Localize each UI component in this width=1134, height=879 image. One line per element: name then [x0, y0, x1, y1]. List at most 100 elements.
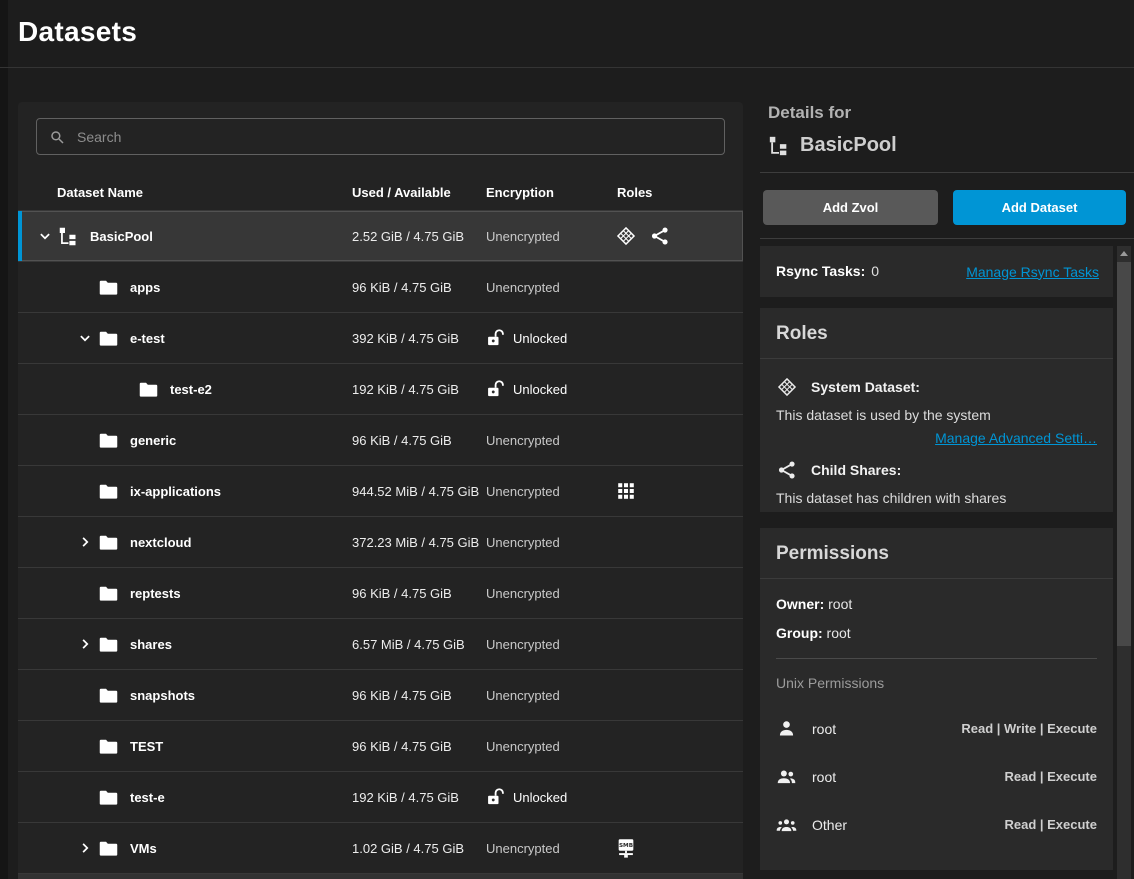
expand-toggle-icon[interactable] — [72, 837, 98, 859]
child-shares-role: Child Shares: — [776, 459, 1097, 481]
dataset-name: ix-applications — [130, 484, 221, 499]
dataset-name-cell: VMs — [18, 823, 402, 873]
used-available-value: 96 KiB / 4.75 GiB — [352, 279, 452, 296]
dataset-row-test-e[interactable]: test-e192 KiB / 4.75 GiBUnlocked — [18, 771, 743, 822]
permission-entry-rights: Read | Execute — [1004, 817, 1097, 832]
encryption-status: Unlocked — [513, 331, 567, 346]
rsync-tasks-count: 0 — [871, 263, 879, 279]
share-icon — [649, 225, 671, 247]
encryption-status: Unencrypted — [486, 484, 560, 499]
folder-icon — [98, 685, 119, 706]
permissions-card-body: Owner: root Group: root Unix Permissions… — [760, 579, 1113, 835]
roles-cell — [615, 466, 741, 516]
dataset-row-reptests[interactable]: reptests 96 KiB / 4.75 GiB Unencrypted — [18, 567, 743, 618]
unix-permission-entry: OtherRead | Execute — [776, 814, 1097, 835]
search-input[interactable] — [75, 128, 713, 146]
roles-card-title: Roles — [760, 308, 1113, 359]
used-available-cell: 192 KiB / 4.75 GiB — [352, 364, 482, 414]
dataset-row-test-e2[interactable]: test-e2192 KiB / 4.75 GiBUnlocked — [18, 363, 743, 414]
search-icon — [48, 128, 66, 146]
folder-icon — [98, 634, 119, 655]
expand-toggle-icon[interactable] — [72, 633, 98, 655]
owner-value: root — [828, 596, 852, 612]
dataset-row-BasicPool[interactable]: BasicPool2.52 GiB / 4.75 GiB Unencrypted — [18, 210, 743, 261]
manage-rsync-tasks-link[interactable]: Manage Rsync Tasks — [966, 264, 1099, 280]
encryption-status: Unencrypted — [486, 280, 560, 295]
used-available-value: 96 KiB / 4.75 GiB — [352, 738, 452, 755]
folder-icon — [98, 430, 119, 451]
group-line: Group: root — [776, 625, 1097, 641]
used-available-value: 6.57 MiB / 4.75 GiB — [352, 636, 465, 653]
dataset-row-e-test[interactable]: e-test392 KiB / 4.75 GiB Unlocked — [18, 312, 743, 363]
dataset-name-cell: generic — [18, 415, 402, 465]
used-available-value: 392 KiB / 4.75 GiB — [352, 330, 459, 347]
used-available-cell: 6.57 MiB / 4.75 GiB — [352, 619, 482, 669]
dataset-row-snapshots[interactable]: snapshots96 KiB / 4.75 GiBUnencrypted — [18, 669, 743, 720]
used-available-cell: 96 KiB / 4.75 GiB — [352, 415, 482, 465]
group-value: root — [827, 625, 851, 641]
used-available-value: 192 KiB / 4.75 GiB — [352, 789, 459, 806]
partial-next-row — [18, 873, 743, 879]
dataset-row-ix-applications[interactable]: ix-applications 944.52 MiB / 4.75 GiB Unen… — [18, 465, 743, 516]
collapse-toggle-icon[interactable] — [72, 327, 98, 349]
column-header-used-available: Used / Available — [352, 185, 451, 200]
search-box[interactable] — [36, 118, 725, 155]
unix-permission-entries: rootRead | Write | ExecuterootRead | Exe… — [776, 718, 1097, 835]
rsync-tasks-card: Rsync Tasks:0 Manage Rsync Tasks — [760, 246, 1113, 297]
add-dataset-button[interactable]: Add Dataset — [953, 190, 1126, 225]
dataset-name: reptests — [130, 586, 181, 601]
used-available-cell: 192 KiB / 4.75 GiB — [352, 772, 482, 822]
dataset-name-cell: e-test — [18, 313, 402, 363]
dataset-name-cell: snapshots — [18, 670, 402, 720]
dataset-name-cell: apps — [18, 262, 402, 312]
owner-label: Owner: — [776, 596, 824, 612]
expander-spacer — [72, 276, 98, 298]
dataset-row-shares[interactable]: shares6.57 MiB / 4.75 GiBUnencrypted — [18, 618, 743, 669]
roles-cell — [615, 670, 741, 720]
encryption-status: Unencrypted — [486, 586, 560, 601]
manage-advanced-settings-link[interactable]: Manage Advanced Setti… — [935, 430, 1097, 446]
expand-toggle-icon[interactable] — [72, 531, 98, 553]
folder-icon — [98, 583, 119, 604]
dataset-row-VMs[interactable]: VMs1.02 GiB / 4.75 GiB UnencryptedSMB — [18, 822, 743, 873]
dataset-name-cell: reptests — [18, 568, 402, 618]
encryption-cell: Unlocked — [486, 313, 612, 363]
unlocked-icon — [486, 379, 506, 399]
encryption-cell: Unencrypted — [486, 823, 612, 873]
used-available-cell: 1.02 GiB / 4.75 GiB — [352, 823, 482, 873]
left-edge-strip — [0, 0, 8, 879]
expander-spacer — [72, 582, 98, 604]
encryption-cell: Unencrypted — [486, 415, 612, 465]
encryption-status: Unencrypted — [486, 229, 560, 244]
dataset-tree-icon — [768, 135, 790, 157]
dataset-name: test-e2 — [170, 382, 212, 397]
used-available-cell: 392 KiB / 4.75 GiB — [352, 313, 482, 363]
permission-entry-name: root — [812, 769, 836, 785]
used-available-value: 1.02 GiB / 4.75 GiB — [352, 840, 464, 857]
roles-cell — [615, 211, 741, 261]
column-header-roles: Roles — [617, 185, 652, 200]
dataset-row-apps[interactable]: apps96 KiB / 4.75 GiB Unencrypted — [18, 261, 743, 312]
other-icon — [776, 814, 797, 835]
dataset-row-TEST[interactable]: TEST96 KiB / 4.75 GiBUnencrypted — [18, 720, 743, 771]
dataset-row-nextcloud[interactable]: nextcloud372.23 MiB / 4.75 GiBUnencrypte… — [18, 516, 743, 567]
dataset-row-generic[interactable]: generic96 KiB / 4.75 GiBUnencrypted — [18, 414, 743, 465]
used-available-value: 944.52 MiB / 4.75 GiB — [352, 483, 479, 500]
scrollbar-thumb[interactable] — [1117, 262, 1131, 646]
add-zvol-button[interactable]: Add Zvol — [763, 190, 938, 225]
smb-icon: SMB — [615, 837, 637, 859]
collapse-toggle-icon[interactable] — [32, 225, 58, 247]
dataset-name-cell: BasicPool — [18, 211, 362, 261]
roles-card: Roles System Dataset: This dataset is us… — [760, 308, 1113, 512]
used-available-cell: 96 KiB / 4.75 GiB — [352, 568, 482, 618]
encryption-status: Unlocked — [513, 790, 567, 805]
details-actions: Add Zvol Add Dataset — [763, 190, 1126, 225]
used-available-cell: 2.52 GiB / 4.75 GiB — [352, 211, 482, 261]
details-scrollbar[interactable] — [1117, 246, 1131, 879]
search-wrap — [18, 102, 743, 155]
encryption-cell: Unencrypted — [486, 670, 612, 720]
scrollbar-up-arrow-icon[interactable] — [1117, 246, 1131, 261]
expander-spacer — [72, 684, 98, 706]
used-available-value: 192 KiB / 4.75 GiB — [352, 381, 459, 398]
expander-spacer — [72, 735, 98, 757]
